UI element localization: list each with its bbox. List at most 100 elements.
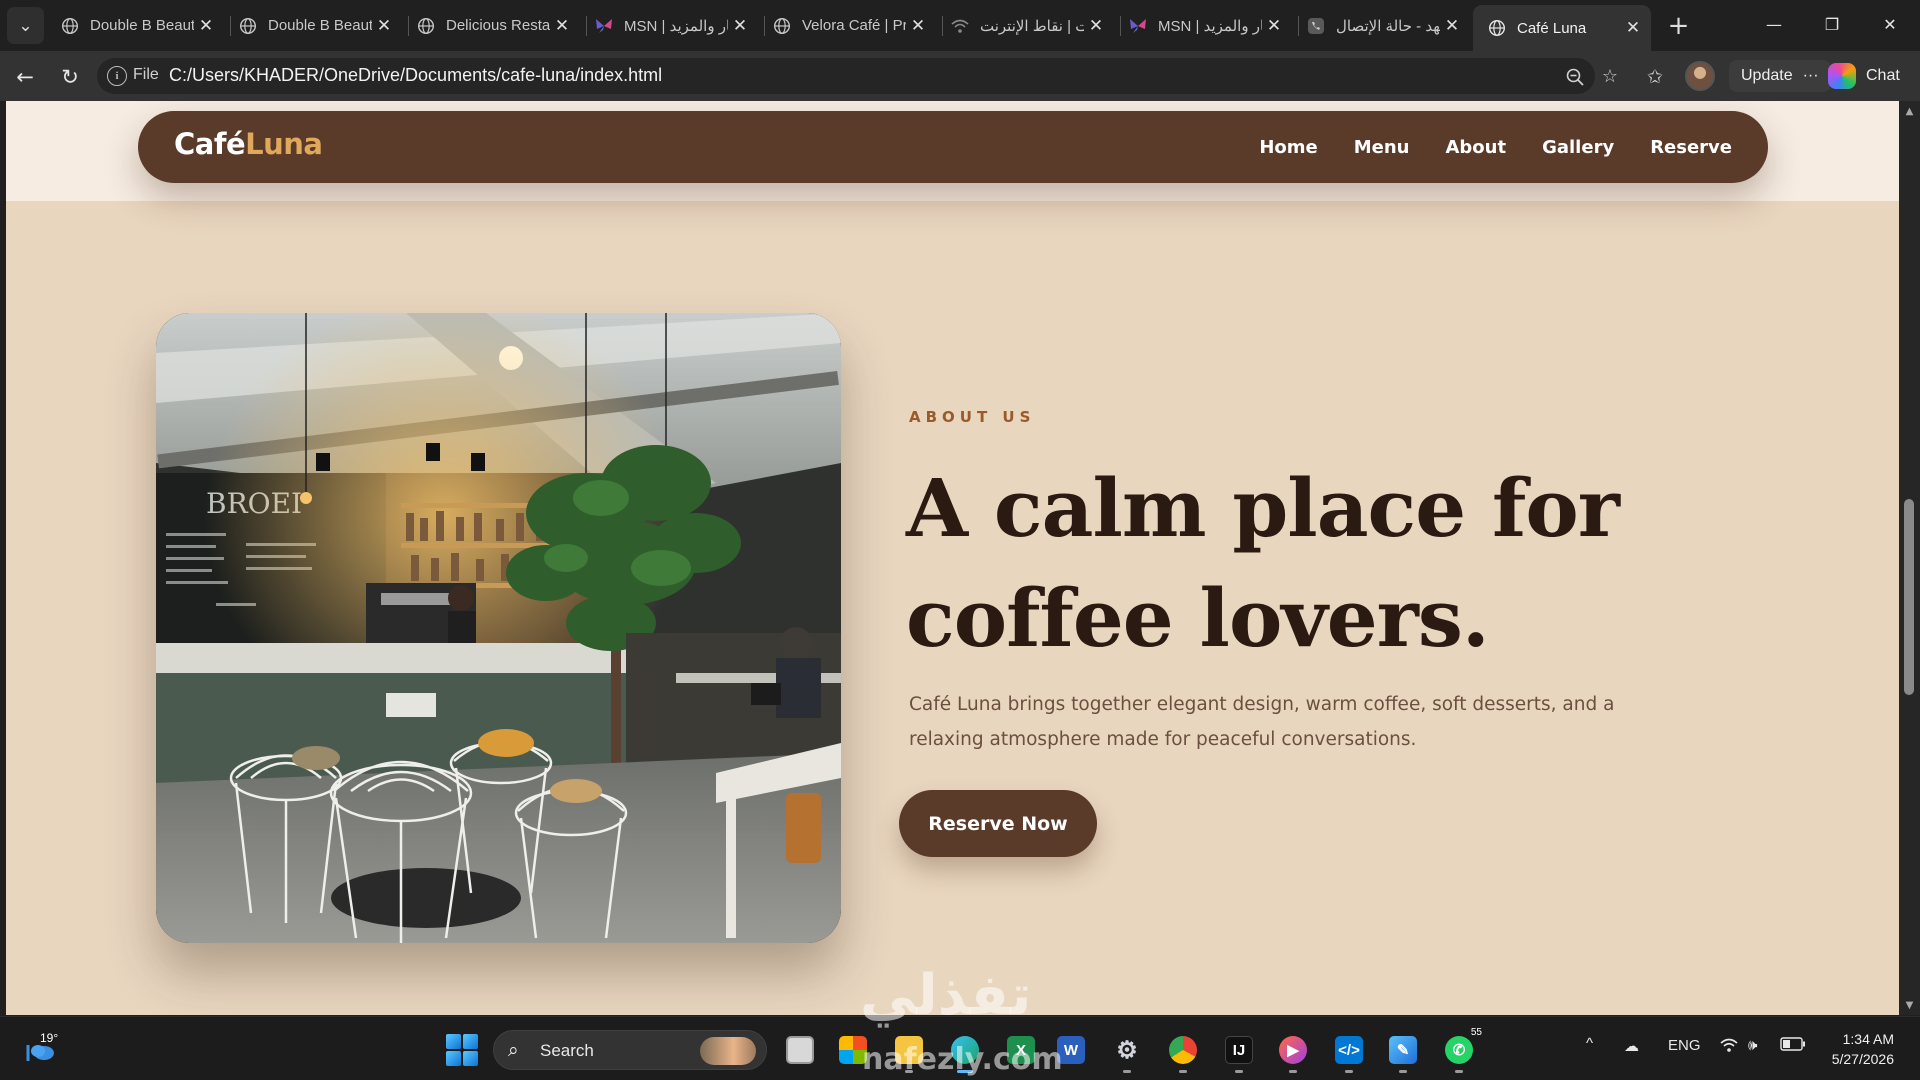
reserve-now-button[interactable]: Reserve Now bbox=[899, 790, 1097, 857]
store-icon bbox=[839, 1036, 867, 1064]
browser-tab[interactable]: Double B Beauty ✕ bbox=[224, 7, 402, 44]
clock-date: 5/27/2026 bbox=[1831, 1051, 1894, 1067]
address-bar[interactable]: i File C:/Users/KHADER/OneDrive/Document… bbox=[97, 58, 1595, 94]
tab-close-icon[interactable]: ✕ bbox=[1440, 16, 1464, 36]
scroll-up-icon[interactable]: ▲ bbox=[1899, 103, 1920, 119]
update-label: Update bbox=[1741, 67, 1793, 84]
close-window-button[interactable]: ✕ bbox=[1861, 0, 1919, 49]
more-options-icon[interactable]: ··· bbox=[1803, 67, 1819, 85]
browser-tab[interactable]: MSN | الأخبار والمزيد ✕ bbox=[1114, 7, 1292, 44]
browser-tab[interactable]: MSN | الأخبار والمزيد ✕ bbox=[580, 7, 758, 44]
paint-app[interactable]: ✎ bbox=[1382, 1029, 1424, 1073]
favorites-icon[interactable]: ✩ bbox=[1641, 63, 1669, 91]
browser-tab[interactable]: Double B Beauty ✕ bbox=[46, 7, 224, 44]
nav-link-home[interactable]: Home bbox=[1259, 137, 1317, 158]
system-clock[interactable]: 1:34 AM 5/27/2026 bbox=[1826, 1029, 1894, 1069]
tab-title: MSN | الأخبار والمزيد bbox=[624, 17, 728, 35]
file-explorer-app[interactable] bbox=[888, 1029, 930, 1073]
play-icon: ▶ bbox=[1279, 1036, 1307, 1064]
logo-primary: Café bbox=[174, 127, 246, 161]
excel-app[interactable]: X bbox=[1000, 1029, 1042, 1071]
site-logo[interactable]: CaféLuna bbox=[174, 127, 323, 161]
tab-title: علي نت | نقاط الإنترنت bbox=[980, 17, 1084, 35]
gear-icon: ⚙ bbox=[1116, 1036, 1138, 1064]
microsoft-store-app[interactable] bbox=[832, 1029, 874, 1071]
restore-icon: ❐ bbox=[1824, 15, 1840, 34]
globe-icon bbox=[772, 16, 792, 36]
new-tab-button[interactable]: + bbox=[1660, 7, 1697, 44]
search-icon: ⌕ bbox=[508, 1039, 519, 1061]
page-scrollbar[interactable]: ▲ ▼ bbox=[1899, 101, 1920, 1015]
globe-icon bbox=[238, 16, 258, 36]
folder-icon bbox=[895, 1036, 923, 1064]
globe-icon bbox=[1487, 18, 1507, 38]
copilot-chat-button[interactable]: Chat bbox=[1828, 60, 1900, 92]
logo-accent: Luna bbox=[245, 127, 323, 161]
about-heading-line: coffee lovers. bbox=[906, 571, 1490, 665]
tab-close-icon[interactable]: ✕ bbox=[1621, 18, 1645, 38]
msn-butterfly-icon bbox=[1128, 16, 1148, 36]
reload-button[interactable]: ↻ bbox=[55, 62, 85, 92]
whatsapp-app[interactable]: ✆ 55 bbox=[1438, 1027, 1482, 1073]
nav-link-reserve[interactable]: Reserve bbox=[1650, 137, 1732, 158]
tab-close-icon[interactable]: ✕ bbox=[372, 16, 396, 36]
scrollbar-thumb[interactable] bbox=[1904, 499, 1914, 695]
whatsapp-icon: ✆ bbox=[1445, 1036, 1473, 1064]
scroll-down-icon[interactable]: ▼ bbox=[1899, 997, 1920, 1013]
copilot-icon bbox=[1828, 63, 1856, 89]
tab-close-icon[interactable]: ✕ bbox=[1084, 16, 1108, 36]
intellij-app[interactable]: IJ bbox=[1218, 1029, 1260, 1073]
chat-label: Chat bbox=[1866, 67, 1900, 84]
nav-link-gallery[interactable]: Gallery bbox=[1542, 137, 1614, 158]
nav-links: Home Menu About Gallery Reserve bbox=[1259, 111, 1732, 183]
browser-tab-active[interactable]: Café Luna ✕ bbox=[1473, 5, 1651, 51]
url-scheme-label: File bbox=[133, 66, 159, 83]
taskbar-search[interactable]: ⌕ Search bbox=[493, 1030, 767, 1070]
zoom-icon[interactable] bbox=[1563, 65, 1587, 89]
media-player-app[interactable]: ▶ bbox=[1272, 1029, 1314, 1073]
browser-tab[interactable]: Velora Café | Premium ✕ bbox=[758, 7, 936, 44]
chrome-app[interactable] bbox=[1162, 1029, 1204, 1073]
chrome-icon bbox=[1169, 1036, 1197, 1064]
browser-tab[interactable]: الفهد - حالة الإتصال ✕ bbox=[1292, 7, 1470, 44]
browser-tab[interactable]: علي نت | نقاط الإنترنت ✕ bbox=[936, 7, 1114, 44]
favorite-star-icon[interactable]: ☆ bbox=[1598, 64, 1622, 88]
word-app[interactable]: W bbox=[1050, 1029, 1092, 1071]
tab-close-icon[interactable]: ✕ bbox=[1262, 16, 1286, 36]
about-heading: A calm place for coffee lovers. bbox=[906, 453, 1806, 673]
update-button[interactable]: Update ··· bbox=[1729, 60, 1831, 92]
weather-temp: 19° bbox=[40, 1031, 59, 1045]
task-view-app[interactable] bbox=[779, 1029, 821, 1071]
tab-close-icon[interactable]: ✕ bbox=[550, 16, 574, 36]
info-icon[interactable]: i bbox=[107, 66, 127, 86]
tab-close-icon[interactable]: ✕ bbox=[194, 16, 218, 36]
globe-icon bbox=[416, 16, 436, 36]
language-indicator[interactable]: ENG bbox=[1668, 1037, 1701, 1054]
wifi-icon[interactable] bbox=[1720, 1037, 1738, 1057]
url-text[interactable]: C:/Users/KHADER/OneDrive/Documents/cafe-… bbox=[169, 65, 662, 86]
tab-title: MSN | الأخبار والمزيد bbox=[1158, 17, 1262, 35]
nav-link-menu[interactable]: Menu bbox=[1354, 137, 1410, 158]
battery-icon[interactable] bbox=[1780, 1037, 1806, 1055]
chevron-up-icon[interactable]: ^ bbox=[1586, 1035, 1593, 1052]
browser-tab[interactable]: Delicious Restaurant ✕ bbox=[402, 7, 580, 44]
onedrive-icon[interactable]: ☁ bbox=[1624, 1037, 1639, 1055]
cafe-interior-photo: BROEI bbox=[156, 313, 841, 943]
tab-list-button[interactable]: ⌄ bbox=[7, 7, 44, 44]
volume-icon[interactable]: 🕪 bbox=[1748, 1037, 1757, 1054]
phone-icon bbox=[1306, 16, 1326, 36]
msn-butterfly-icon bbox=[594, 16, 614, 36]
tab-close-icon[interactable]: ✕ bbox=[906, 16, 930, 36]
nav-link-about[interactable]: About bbox=[1445, 137, 1506, 158]
about-description-line: Café Luna brings together elegant design… bbox=[909, 694, 1615, 715]
start-button[interactable] bbox=[446, 1034, 478, 1066]
back-button[interactable]: ← bbox=[10, 62, 40, 92]
avatar[interactable] bbox=[1685, 61, 1715, 91]
minimize-button[interactable]: — bbox=[1745, 0, 1803, 49]
settings-app[interactable]: ⚙ bbox=[1106, 1029, 1148, 1073]
restore-button[interactable]: ❐ bbox=[1803, 0, 1861, 49]
tab-close-icon[interactable]: ✕ bbox=[728, 16, 752, 36]
vscode-app[interactable]: </> bbox=[1328, 1029, 1370, 1073]
globe-icon bbox=[60, 16, 80, 36]
edge-app[interactable] bbox=[944, 1029, 986, 1073]
